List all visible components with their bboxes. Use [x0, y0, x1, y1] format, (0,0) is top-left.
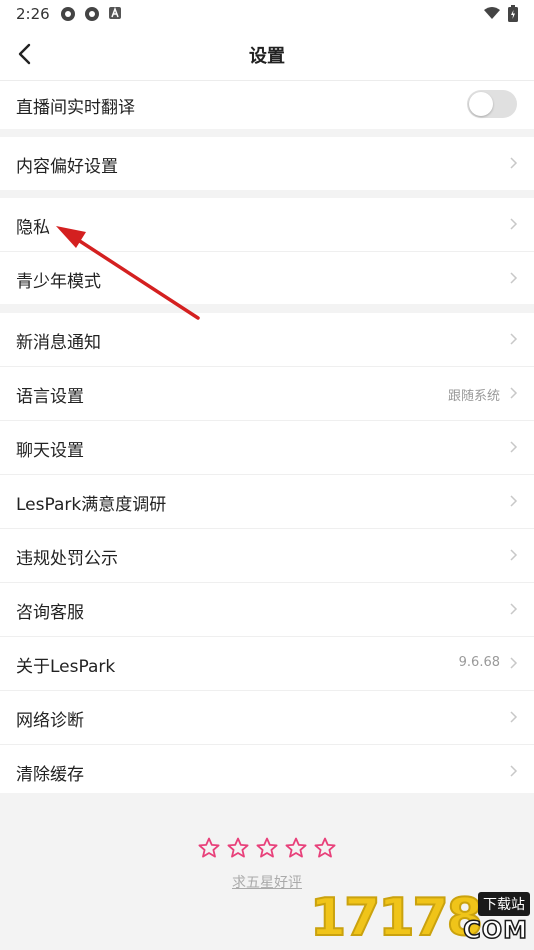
privacy-label: 隐私 [16, 218, 50, 238]
chevron-right-icon [510, 272, 518, 284]
app-notification-icon [85, 7, 99, 21]
status-bar: 2:26 [0, 0, 534, 28]
nav-bar: 设置 [0, 28, 534, 81]
survey-row[interactable]: LesPark满意度调研 [0, 475, 534, 529]
language-value: 跟随系统 [447, 389, 500, 404]
chevron-right-icon [510, 333, 518, 345]
site-watermark: 17178 下载站 COM [308, 886, 534, 950]
language-label: 语言设置 [16, 387, 84, 407]
support-label: 咨询客服 [16, 603, 84, 623]
watermark-digits: 17178 [309, 887, 484, 949]
chat-settings-label: 聊天设置 [16, 441, 84, 461]
watermark-tag: 下载站 [478, 892, 530, 916]
chevron-right-icon [510, 603, 518, 615]
notifications-label: 新消息通知 [16, 333, 101, 353]
chevron-right-icon [510, 157, 518, 169]
about-row[interactable]: 关于LesPark 9.6.68 [0, 637, 534, 691]
chevron-right-icon [510, 657, 518, 669]
chevron-right-icon [510, 765, 518, 777]
chevron-right-icon [510, 711, 518, 723]
live-translate-toggle[interactable] [467, 90, 517, 118]
notifications-row[interactable]: 新消息通知 [0, 313, 534, 367]
star-icon[interactable] [313, 836, 337, 860]
chevron-right-icon [510, 441, 518, 453]
content-preferences-label: 内容偏好设置 [16, 157, 118, 177]
clear-cache-label: 清除缓存 [16, 765, 84, 785]
wifi-icon [484, 7, 500, 19]
chevron-right-icon [510, 218, 518, 230]
settings-group-content: 内容偏好设置 [0, 137, 534, 190]
violations-label: 违规处罚公示 [16, 549, 118, 569]
battery-icon [508, 5, 518, 22]
star-icon[interactable] [197, 836, 221, 860]
privacy-row[interactable]: 隐私 [0, 198, 534, 252]
teen-mode-label: 青少年模式 [16, 272, 101, 292]
chat-settings-row[interactable]: 聊天设置 [0, 421, 534, 475]
live-translate-row: 直播间实时翻译 [0, 81, 534, 129]
chevron-right-icon [510, 387, 518, 399]
app-version: 9.6.68 [458, 655, 500, 670]
star-icon[interactable] [284, 836, 308, 860]
teen-mode-row[interactable]: 青少年模式 [0, 252, 534, 305]
star-rating [0, 836, 534, 860]
rating-section [0, 836, 534, 860]
network-diagnosis-label: 网络诊断 [16, 711, 84, 731]
star-icon[interactable] [255, 836, 279, 860]
toggle-knob [469, 92, 493, 116]
star-icon[interactable] [226, 836, 250, 860]
settings-group-general: 新消息通知 语言设置 跟随系统 聊天设置 LesPark满意度调研 违规处罚公示… [0, 313, 534, 793]
settings-group-translate: 直播间实时翻译 [0, 81, 534, 129]
chevron-right-icon [510, 549, 518, 561]
settings-group-privacy: 隐私 青少年模式 [0, 198, 534, 304]
page-title: 设置 [249, 46, 285, 67]
app-a-notification-icon [109, 6, 121, 19]
language-row[interactable]: 语言设置 跟随系统 [0, 367, 534, 421]
app-notification-icon [61, 7, 75, 21]
about-label: 关于LesPark [16, 657, 116, 677]
network-diagnosis-row[interactable]: 网络诊断 [0, 691, 534, 745]
survey-label: LesPark满意度调研 [16, 495, 167, 515]
clear-cache-row[interactable]: 清除缓存 [0, 745, 534, 798]
live-translate-label: 直播间实时翻译 [16, 98, 135, 118]
violations-row[interactable]: 违规处罚公示 [0, 529, 534, 583]
content-preferences-row[interactable]: 内容偏好设置 [0, 137, 534, 190]
watermark-domain: COM [462, 915, 528, 945]
support-row[interactable]: 咨询客服 [0, 583, 534, 637]
status-time: 2:26 [16, 5, 50, 23]
chevron-right-icon [510, 495, 518, 507]
